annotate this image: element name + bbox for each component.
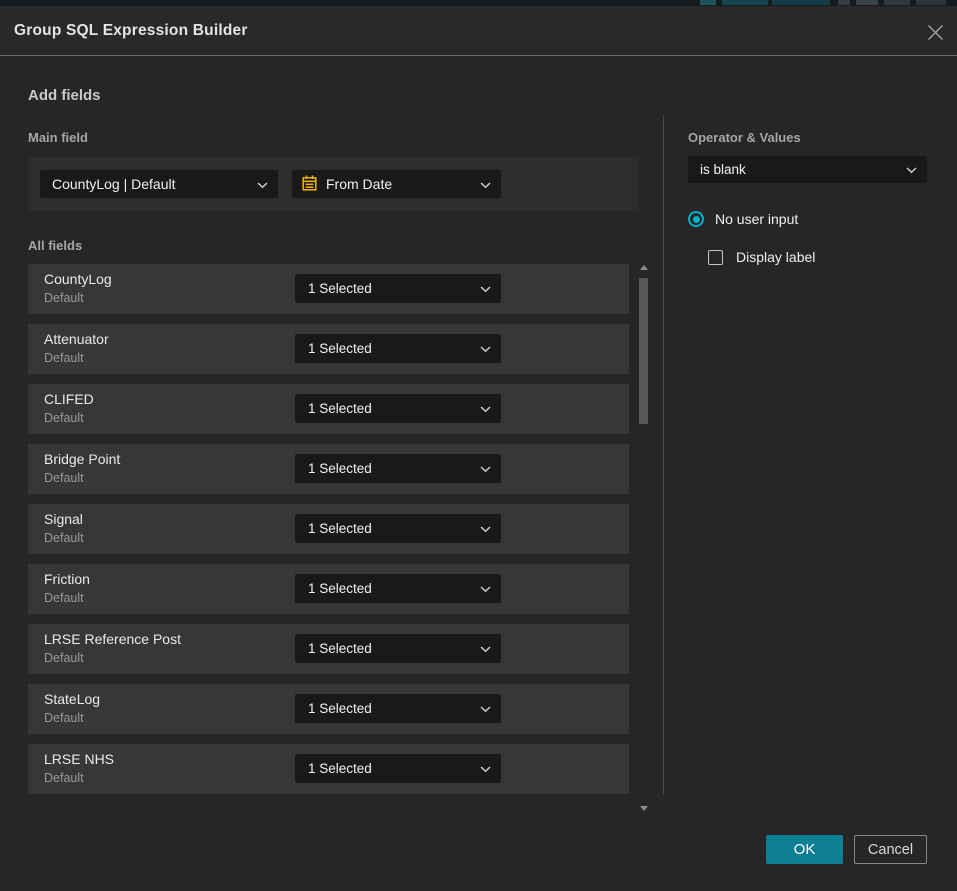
chevron-down-icon — [480, 341, 491, 356]
chevron-down-icon — [480, 461, 491, 476]
operator-select-value: is blank — [700, 162, 746, 177]
field-alias: Default — [44, 411, 84, 425]
chevron-down-icon — [480, 641, 491, 656]
operator-select[interactable]: is blank — [688, 156, 927, 183]
label-all-fields: All fields — [28, 238, 82, 253]
field-name: LRSE NHS — [44, 751, 114, 767]
field-selected-dropdown[interactable]: 1 Selected — [295, 274, 501, 303]
label-operator-values: Operator & Values — [688, 130, 801, 145]
field-alias: Default — [44, 711, 84, 725]
no-user-input-radio[interactable]: No user input — [688, 211, 798, 227]
field-row: LRSE Reference Post Default 1 Selected — [28, 624, 629, 674]
background-fragment — [856, 0, 878, 5]
chevron-down-icon — [480, 521, 491, 536]
chevron-down-icon — [257, 176, 268, 192]
field-name: CountyLog — [44, 271, 112, 287]
section-title-add-fields: Add fields — [28, 87, 101, 104]
selected-count: 1 Selected — [308, 521, 372, 536]
field-alias: Default — [44, 771, 84, 785]
field-row: CountyLog Default 1 Selected — [28, 264, 629, 314]
field-selected-dropdown[interactable]: 1 Selected — [295, 394, 501, 423]
field-name: StateLog — [44, 691, 100, 707]
background-fragment — [700, 0, 716, 5]
date-field-select[interactable]: From Date — [292, 170, 501, 198]
field-selected-dropdown[interactable]: 1 Selected — [295, 694, 501, 723]
field-selected-dropdown[interactable]: 1 Selected — [295, 454, 501, 483]
field-alias: Default — [44, 591, 84, 605]
field-name: LRSE Reference Post — [44, 631, 181, 647]
field-name: CLIFED — [44, 391, 94, 407]
scroll-down-arrow-icon[interactable] — [640, 806, 648, 811]
selected-count: 1 Selected — [308, 701, 372, 716]
selected-count: 1 Selected — [308, 461, 372, 476]
chevron-down-icon — [480, 701, 491, 716]
field-selected-dropdown[interactable]: 1 Selected — [295, 334, 501, 363]
selected-count: 1 Selected — [308, 761, 372, 776]
chevron-down-icon — [480, 581, 491, 596]
no-user-input-label: No user input — [715, 211, 798, 227]
radio-selected-icon[interactable] — [688, 211, 704, 227]
field-row: StateLog Default 1 Selected — [28, 684, 629, 734]
field-row: CLIFED Default 1 Selected — [28, 384, 629, 434]
field-row: Signal Default 1 Selected — [28, 504, 629, 554]
chevron-down-icon — [480, 176, 491, 192]
scrollbar-thumb[interactable] — [639, 278, 648, 424]
main-field-panel: CountyLog | Default From Date — [28, 157, 639, 211]
field-selected-dropdown[interactable]: 1 Selected — [295, 574, 501, 603]
field-selected-dropdown[interactable]: 1 Selected — [295, 634, 501, 663]
chevron-down-icon — [906, 162, 917, 177]
fields-scrollbar[interactable] — [636, 262, 652, 811]
field-name: Bridge Point — [44, 451, 120, 467]
display-label-label: Display label — [736, 249, 815, 265]
selected-count: 1 Selected — [308, 641, 372, 656]
chevron-down-icon — [480, 761, 491, 776]
field-name: Friction — [44, 571, 90, 587]
field-alias: Default — [44, 531, 84, 545]
panel-divider — [663, 115, 664, 795]
all-fields-list: CountyLog Default 1 Selected Attenuator … — [28, 264, 629, 804]
dialog-titlebar: Group SQL Expression Builder — [0, 6, 957, 56]
cancel-button[interactable]: Cancel — [854, 835, 927, 864]
field-row: LRSE NHS Default 1 Selected — [28, 744, 629, 794]
label-main-field: Main field — [28, 130, 88, 145]
field-row: Attenuator Default 1 Selected — [28, 324, 629, 374]
field-row: Bridge Point Default 1 Selected — [28, 444, 629, 494]
checkbox-unchecked-icon[interactable] — [708, 250, 723, 265]
selected-count: 1 Selected — [308, 341, 372, 356]
background-fragment — [722, 0, 768, 5]
ok-button[interactable]: OK — [766, 835, 843, 864]
dialog-title: Group SQL Expression Builder — [14, 6, 248, 56]
field-name: Signal — [44, 511, 83, 527]
date-field-value: From Date — [326, 176, 392, 192]
field-name: Attenuator — [44, 331, 109, 347]
field-row: Friction Default 1 Selected — [28, 564, 629, 614]
selected-count: 1 Selected — [308, 281, 372, 296]
background-fragment — [916, 0, 946, 5]
display-label-checkbox[interactable]: Display label — [708, 249, 815, 265]
dialog-group-sql-expression-builder: Group SQL Expression Builder Add fields … — [0, 6, 957, 891]
field-alias: Default — [44, 471, 84, 485]
chevron-down-icon — [480, 401, 491, 416]
selected-count: 1 Selected — [308, 581, 372, 596]
layer-select[interactable]: CountyLog | Default — [40, 170, 278, 198]
layer-select-value: CountyLog | Default — [52, 176, 176, 192]
background-fragment — [838, 0, 850, 5]
field-selected-dropdown[interactable]: 1 Selected — [295, 514, 501, 543]
scroll-up-arrow-icon[interactable] — [640, 265, 648, 270]
background-fragment — [772, 0, 830, 5]
field-selected-dropdown[interactable]: 1 Selected — [295, 754, 501, 783]
field-alias: Default — [44, 651, 84, 665]
calendar-icon — [302, 175, 317, 194]
field-alias: Default — [44, 291, 84, 305]
field-alias: Default — [44, 351, 84, 365]
background-fragment — [884, 0, 910, 5]
selected-count: 1 Selected — [308, 401, 372, 416]
close-icon[interactable] — [926, 23, 944, 41]
chevron-down-icon — [480, 281, 491, 296]
